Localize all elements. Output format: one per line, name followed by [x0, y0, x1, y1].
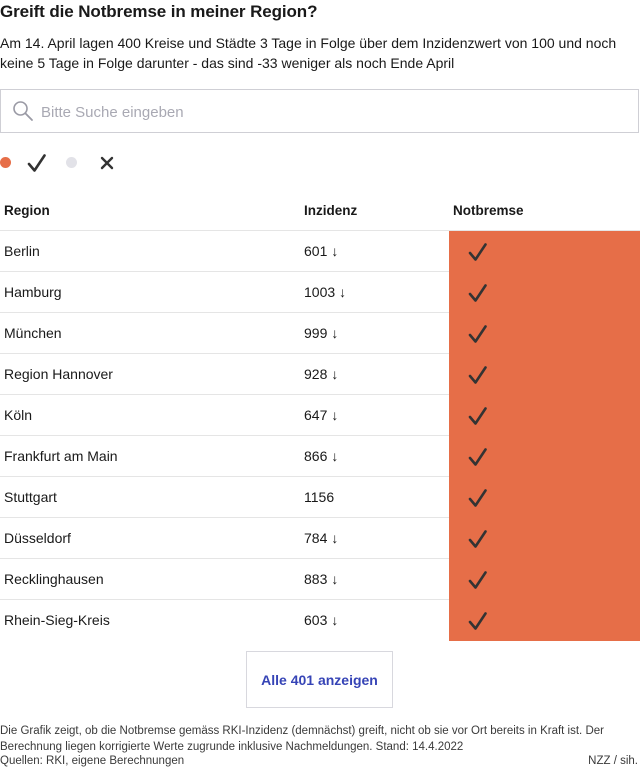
inzidenz-value: 866 ↓	[304, 448, 338, 464]
trend-arrow-icon: ↓	[331, 325, 339, 341]
check-icon	[468, 243, 487, 261]
inzidenz-number: 866	[304, 448, 328, 464]
region-name: Region Hannover	[4, 366, 113, 382]
inzidenz-number: 601	[304, 243, 328, 259]
notbremse-cell	[449, 231, 640, 272]
trend-arrow-icon: ↓	[331, 530, 339, 546]
trend-arrow-icon: ↓	[331, 366, 339, 382]
legend	[0, 150, 130, 176]
region-name: Stuttgart	[4, 489, 57, 505]
trend-arrow-icon: ↓	[331, 448, 339, 464]
notbremse-cell	[449, 313, 640, 354]
check-icon	[468, 407, 487, 425]
table-row: München 999 ↓	[0, 313, 640, 354]
inzidenz-number: 647	[304, 407, 328, 423]
notbremse-cell	[449, 436, 640, 477]
inzidenz-value: 601 ↓	[304, 243, 338, 259]
check-icon	[468, 448, 487, 466]
check-icon	[468, 366, 487, 384]
inzidenz-value: 1003 ↓	[304, 284, 346, 300]
table-row: Köln 647 ↓	[0, 395, 640, 436]
search-input[interactable]	[41, 100, 621, 124]
inzidenz-number: 883	[304, 571, 328, 587]
check-icon	[468, 571, 487, 589]
inzidenz-value: 784 ↓	[304, 530, 338, 546]
trend-arrow-icon: ↓	[331, 612, 339, 628]
table-row: Rhein-Sieg-Kreis 603 ↓	[0, 600, 640, 641]
trend-arrow-icon: ↓	[331, 571, 339, 587]
region-name: Frankfurt am Main	[4, 448, 118, 464]
show-all-button[interactable]: Alle 401 anzeigen	[246, 651, 393, 708]
notbremse-cell	[449, 559, 640, 600]
table-row: Hamburg 1003 ↓	[0, 272, 640, 313]
region-name: Düsseldorf	[4, 530, 71, 546]
region-name: Hamburg	[4, 284, 62, 300]
check-icon	[468, 612, 487, 630]
region-name: Köln	[4, 407, 33, 423]
column-header-inzidenz: Inzidenz	[304, 203, 358, 218]
trend-arrow-icon: ↓	[339, 284, 347, 300]
cross-icon	[100, 156, 114, 170]
table-row: Düsseldorf 784 ↓	[0, 518, 640, 559]
table-row: Region Hannover 928 ↓	[0, 354, 640, 395]
region-name: Recklinghausen	[4, 571, 104, 587]
notbremse-cell	[449, 477, 640, 518]
page-subtitle: Am 14. April lagen 400 Kreise und Städte…	[0, 35, 617, 71]
column-header-region: Region	[4, 203, 50, 218]
inzidenz-number: 603	[304, 612, 328, 628]
search-box[interactable]	[0, 89, 639, 133]
check-icon	[468, 530, 487, 548]
footnote: Die Grafik zeigt, ob die Notbremse gemäs…	[0, 725, 604, 753]
grey-dot-icon	[66, 157, 77, 168]
table-row: Frankfurt am Main 866 ↓	[0, 436, 640, 477]
notbremse-cell	[449, 354, 640, 395]
inzidenz-value: 999 ↓	[304, 325, 338, 341]
inzidenz-number: 999	[304, 325, 328, 341]
inzidenz-number: 928	[304, 366, 328, 382]
table-body: Berlin 601 ↓ Hamburg 1003 ↓ München 999 ↓ Region …	[0, 231, 640, 641]
table-row: Stuttgart 1156	[0, 477, 640, 518]
region-name: Rhein-Sieg-Kreis	[4, 612, 110, 628]
sources: Quellen: RKI, eigene Berechnungen	[0, 755, 185, 767]
region-name: München	[4, 325, 62, 341]
notbremse-cell	[449, 395, 640, 436]
trend-arrow-icon: ↓	[331, 407, 339, 423]
notbremse-cell	[449, 518, 640, 559]
inzidenz-number: 784	[304, 530, 328, 546]
inzidenz-number: 1003	[304, 284, 336, 300]
inzidenz-value: 603 ↓	[304, 612, 338, 628]
column-header-notbremse: Notbremse	[453, 203, 524, 218]
inzidenz-value: 647 ↓	[304, 407, 338, 423]
notbremse-cell	[449, 600, 640, 641]
inzidenz-number: 1156	[304, 489, 335, 505]
inzidenz-value: 928 ↓	[304, 366, 338, 382]
inzidenz-value: 1156	[304, 489, 338, 505]
check-icon	[468, 489, 487, 507]
notbremse-cell	[449, 272, 640, 313]
table-header: Region Inzidenz Notbremse	[0, 190, 640, 231]
page-title: Greift die Notbremse in meiner Region?	[0, 2, 318, 21]
credit: NZZ / sih.	[588, 755, 638, 767]
search-icon	[13, 101, 33, 121]
check-icon	[468, 284, 487, 302]
table-row: Recklinghausen 883 ↓	[0, 559, 640, 600]
check-icon	[27, 154, 46, 172]
region-name: Berlin	[4, 243, 40, 259]
check-icon	[468, 325, 487, 343]
inzidenz-value: 883 ↓	[304, 571, 338, 587]
trend-arrow-icon: ↓	[331, 243, 339, 259]
orange-dot-icon	[0, 157, 11, 168]
region-table: Region Inzidenz Notbremse Berlin 601 ↓ Hamb…	[0, 190, 640, 641]
table-row: Berlin 601 ↓	[0, 231, 640, 272]
